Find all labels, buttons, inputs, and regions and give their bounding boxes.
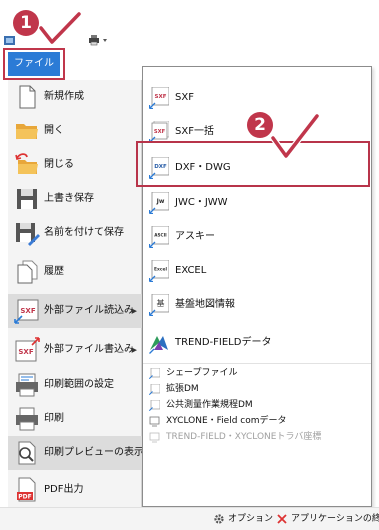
submenu-base-map-label: 基盤地図情報 — [175, 299, 235, 310]
close-icon — [277, 514, 287, 524]
step-2-check-icon — [270, 113, 320, 159]
menu-new[interactable]: 新規作成 — [8, 80, 142, 114]
app-logo-icon — [4, 36, 15, 45]
menu-save[interactable]: 上書き保存 — [8, 182, 142, 216]
traverse-coordinates-icon — [149, 432, 160, 443]
ascii-file-icon: ASCII — [149, 226, 169, 248]
submenu-public-survey-dm-label: 公共測量作業規程DM — [166, 400, 253, 410]
sxf-batch-icon: SXF — [149, 121, 169, 143]
menu-pdf-label: PDF出力 — [44, 484, 84, 495]
new-document-icon — [19, 85, 36, 109]
submenu-jwc-jww-label: JWC・JWW — [175, 197, 228, 208]
submenu-traverse-coordinates: TREND-FIELD・XYCLONEトラバ座標 — [143, 430, 371, 445]
menu-print-range-label: 印刷範囲の設定 — [44, 379, 114, 390]
backstage-menu: 新規作成 開く 閉じる 上書き保存 名前を付けて保存 履歴 SXF 外部ファイル… — [8, 80, 144, 507]
menu-save-as[interactable]: 名前を付けて保存 — [8, 216, 142, 250]
submenu-divider — [143, 363, 371, 364]
menu-export-external[interactable]: SXF 外部ファイル書込み ▶ — [8, 333, 142, 367]
svg-text:PDF: PDF — [18, 494, 31, 501]
menu-print-preview[interactable]: 印刷プレビューの表示 — [8, 436, 144, 470]
submenu-jwc-jww[interactable]: Jw JWC・JWW — [143, 186, 371, 220]
submenu-arrow-icon: ▶ — [131, 307, 137, 315]
menu-close-label: 閉じる — [44, 159, 74, 170]
print-range-icon — [16, 373, 38, 397]
options-label: オプション — [228, 514, 274, 524]
menu-save-label: 上書き保存 — [44, 193, 94, 204]
step-1-check-icon — [38, 12, 82, 45]
dm-file-icon — [149, 400, 160, 411]
export-sxf-icon: SXF — [15, 337, 40, 362]
printer-icon[interactable] — [88, 34, 100, 46]
submenu-public-survey-dm[interactable]: 公共測量作業規程DM — [143, 398, 371, 413]
gear-icon — [214, 514, 224, 524]
submenu-shapefile-label: シェープファイル — [166, 368, 238, 378]
sxf-file-icon: SXF — [149, 87, 169, 109]
open-folder-icon — [16, 124, 38, 139]
menu-open-label: 開く — [44, 125, 64, 136]
svg-text:SXF: SXF — [155, 94, 167, 100]
customize-qat-icon[interactable] — [102, 34, 108, 46]
svg-text:基: 基 — [157, 298, 165, 308]
exit-application-label: アプリケーションの終了 — [291, 514, 379, 524]
menu-import-label: 外部ファイル読込み — [44, 305, 134, 316]
menu-print-preview-label: 印刷プレビューの表示 — [44, 447, 144, 458]
menu-history-label: 履歴 — [44, 266, 64, 277]
history-icon — [17, 260, 38, 284]
submenu-shapefile[interactable]: シェープファイル — [143, 366, 371, 381]
menu-print[interactable]: 印刷 — [8, 402, 142, 436]
svg-text:Excel: Excel — [154, 267, 167, 273]
menu-open[interactable]: 開く — [8, 114, 142, 148]
svg-text:Jw: Jw — [156, 198, 165, 205]
menu-new-label: 新規作成 — [44, 91, 84, 102]
menu-export-label: 外部ファイル書込み — [44, 344, 134, 355]
menu-history[interactable]: 履歴 — [8, 255, 142, 289]
submenu-sxf-label: SXF — [175, 92, 194, 103]
menu-import-external[interactable]: SXF 外部ファイル読込み ▶ — [8, 294, 142, 328]
shapefile-icon — [149, 368, 160, 379]
svg-text:ASCII: ASCII — [154, 233, 167, 238]
printer-icon — [16, 407, 38, 431]
submenu-excel[interactable]: Excel EXCEL — [143, 254, 371, 288]
svg-text:SXF: SXF — [20, 307, 35, 315]
submenu-sxf[interactable]: SXF SXF — [143, 81, 371, 115]
jw-file-icon: Jw — [149, 192, 169, 214]
dxf-dwg-highlight — [136, 141, 370, 187]
svg-text:SXF: SXF — [154, 129, 166, 135]
close-folder-icon — [15, 153, 38, 174]
backstage-footer: オプション アプリケーションの終了 — [0, 507, 379, 530]
excel-file-icon: Excel — [149, 260, 169, 282]
menu-pdf-output[interactable]: PDF PDF出力 — [8, 473, 142, 507]
submenu-extended-dm[interactable]: 拡張DM — [143, 382, 371, 397]
save-icon — [17, 189, 37, 209]
step-1-badge: 1 — [13, 10, 39, 36]
submenu-xyclone-label: XYCLONE・Field comデータ — [166, 416, 287, 426]
menu-print-label: 印刷 — [44, 413, 64, 424]
print-preview-icon — [18, 441, 36, 465]
xyclone-data-icon — [149, 416, 160, 427]
submenu-xyclone-field-com[interactable]: XYCLONE・Field comデータ — [143, 414, 371, 429]
submenu-trend-field-label: TREND-FIELDデータ — [175, 337, 272, 348]
save-as-icon — [16, 223, 40, 246]
pdf-icon: PDF — [17, 477, 36, 502]
svg-text:SXF: SXF — [18, 348, 33, 356]
submenu-base-map[interactable]: 基 基盤地図情報 — [143, 288, 371, 322]
import-sxf-icon: SXF — [14, 299, 39, 324]
submenu-arrow-icon: ▶ — [131, 346, 137, 354]
submenu-traverse-label: TREND-FIELD・XYCLONEトラバ座標 — [166, 432, 322, 442]
submenu-excel-label: EXCEL — [175, 265, 207, 276]
menu-close[interactable]: 閉じる — [8, 148, 142, 182]
menu-print-range[interactable]: 印刷範囲の設定 — [8, 368, 142, 402]
trend-field-logo-icon — [149, 336, 168, 354]
file-tab-highlight — [3, 48, 65, 80]
submenu-trend-field[interactable]: TREND-FIELDデータ — [143, 326, 371, 360]
submenu-ascii[interactable]: ASCII アスキー — [143, 220, 371, 254]
submenu-extended-dm-label: 拡張DM — [166, 384, 199, 394]
base-map-file-icon: 基 — [149, 294, 169, 316]
menu-save-as-label: 名前を付けて保存 — [44, 227, 124, 238]
dm-file-icon — [149, 384, 160, 395]
submenu-ascii-label: アスキー — [175, 231, 215, 242]
